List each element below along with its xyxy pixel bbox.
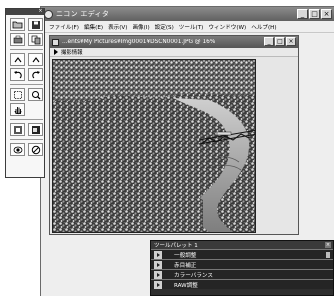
toolbox-header[interactable]: × xyxy=(6,9,44,15)
scroll-thumb[interactable] xyxy=(326,252,330,258)
photo-canvas[interactable] xyxy=(52,59,256,233)
app-titlebar[interactable]: ニコン エディタ _ □ × xyxy=(41,7,334,21)
menu-view[interactable]: 表示(V) xyxy=(108,23,127,31)
menu-window[interactable]: ウィンドウ(W) xyxy=(208,23,246,31)
rotate-left-icon[interactable] xyxy=(10,53,25,66)
doc-minimize-button[interactable]: _ xyxy=(264,37,274,46)
expand-triangle-icon xyxy=(154,260,162,269)
fit-icon[interactable] xyxy=(10,123,25,136)
palette-section-color-balance[interactable]: カラーバランス xyxy=(151,269,333,279)
document-icon xyxy=(52,38,59,46)
tool-palette-title: ツールパレット 1 xyxy=(154,243,198,249)
eye-icon[interactable] xyxy=(10,143,25,156)
tool-palette-close-button[interactable]: × xyxy=(325,242,331,248)
palette-section-label: 一般調整 xyxy=(174,252,197,259)
toolbox-divider xyxy=(10,119,43,120)
minimize-button[interactable]: _ xyxy=(297,9,308,19)
undo-icon[interactable] xyxy=(10,68,25,81)
menu-tools[interactable]: ツール(T) xyxy=(179,23,204,31)
menu-edit[interactable]: 編集(E) xyxy=(84,23,103,31)
document-titlebar[interactable]: ...ents¥My Pictures¥Img0001¥DSCN0001.JPG… xyxy=(50,36,298,48)
expand-triangle-icon xyxy=(154,250,162,259)
fullscreen-icon[interactable] xyxy=(28,123,43,136)
cancel-icon[interactable] xyxy=(28,143,43,156)
menu-image[interactable]: 画像(I) xyxy=(132,23,149,31)
expand-triangle-icon xyxy=(154,280,162,289)
palette-section-label: カラーバランス xyxy=(174,272,213,279)
menu-settings[interactable]: 設定(S) xyxy=(155,23,174,31)
document-title: ...ents¥My Pictures¥Img0001¥DSCN0001.JPG… xyxy=(62,39,216,45)
menu-help[interactable]: ヘルプ(H) xyxy=(251,23,276,31)
palette-section-general[interactable]: 一般調整 xyxy=(151,249,333,259)
expand-triangle-icon xyxy=(154,270,162,279)
tool-palette-panel: ツールパレット 1 × 一般調整 赤目補正 カラーバランス RAW調整 xyxy=(150,240,334,296)
select-crop-icon[interactable] xyxy=(10,88,25,101)
palette-section-raw[interactable]: RAW調整 xyxy=(151,279,333,289)
app-title: ニコン エディタ xyxy=(56,10,110,18)
zoom-icon[interactable] xyxy=(28,88,43,101)
landscape-photo xyxy=(53,60,255,232)
tool-palette-header[interactable]: ツールパレット 1 × xyxy=(151,241,333,249)
doc-close-button[interactable]: × xyxy=(286,37,296,46)
hand-icon[interactable] xyxy=(10,103,25,116)
shooting-info-label: 撮影情報 xyxy=(61,50,83,56)
open-folder-icon[interactable] xyxy=(10,18,25,31)
palette-section-label: 赤目補正 xyxy=(174,262,197,269)
menu-bar: ファイル(F) 編集(E) 表示(V) 画像(I) 設定(S) ツール(T) ウ… xyxy=(41,21,334,33)
close-button[interactable]: × xyxy=(321,9,332,19)
image-document-window: ...ents¥My Pictures¥Img0001¥DSCN0001.JPG… xyxy=(49,35,299,235)
maximize-button[interactable]: □ xyxy=(309,9,320,19)
shooting-info-toggle[interactable]: 撮影情報 xyxy=(50,48,298,57)
expand-arrow-icon xyxy=(54,49,58,55)
toolbox-divider xyxy=(10,139,43,140)
print-icon[interactable] xyxy=(10,33,25,46)
palette-section-redeye[interactable]: 赤目補正 xyxy=(151,259,333,269)
app-logo-icon xyxy=(44,9,53,19)
toolbox-divider xyxy=(10,49,43,50)
save-icon[interactable] xyxy=(28,18,43,31)
doc-maximize-button[interactable]: □ xyxy=(275,37,285,46)
redo-icon[interactable] xyxy=(28,68,43,81)
copy-icon[interactable] xyxy=(28,33,43,46)
tool-box-palette: × xyxy=(5,8,45,178)
toolbox-divider xyxy=(10,84,43,85)
rotate-right-icon[interactable] xyxy=(28,53,43,66)
palette-section-label: RAW調整 xyxy=(174,282,198,289)
toolbox-close-button[interactable]: × xyxy=(38,9,43,14)
menu-file[interactable]: ファイル(F) xyxy=(49,23,79,31)
